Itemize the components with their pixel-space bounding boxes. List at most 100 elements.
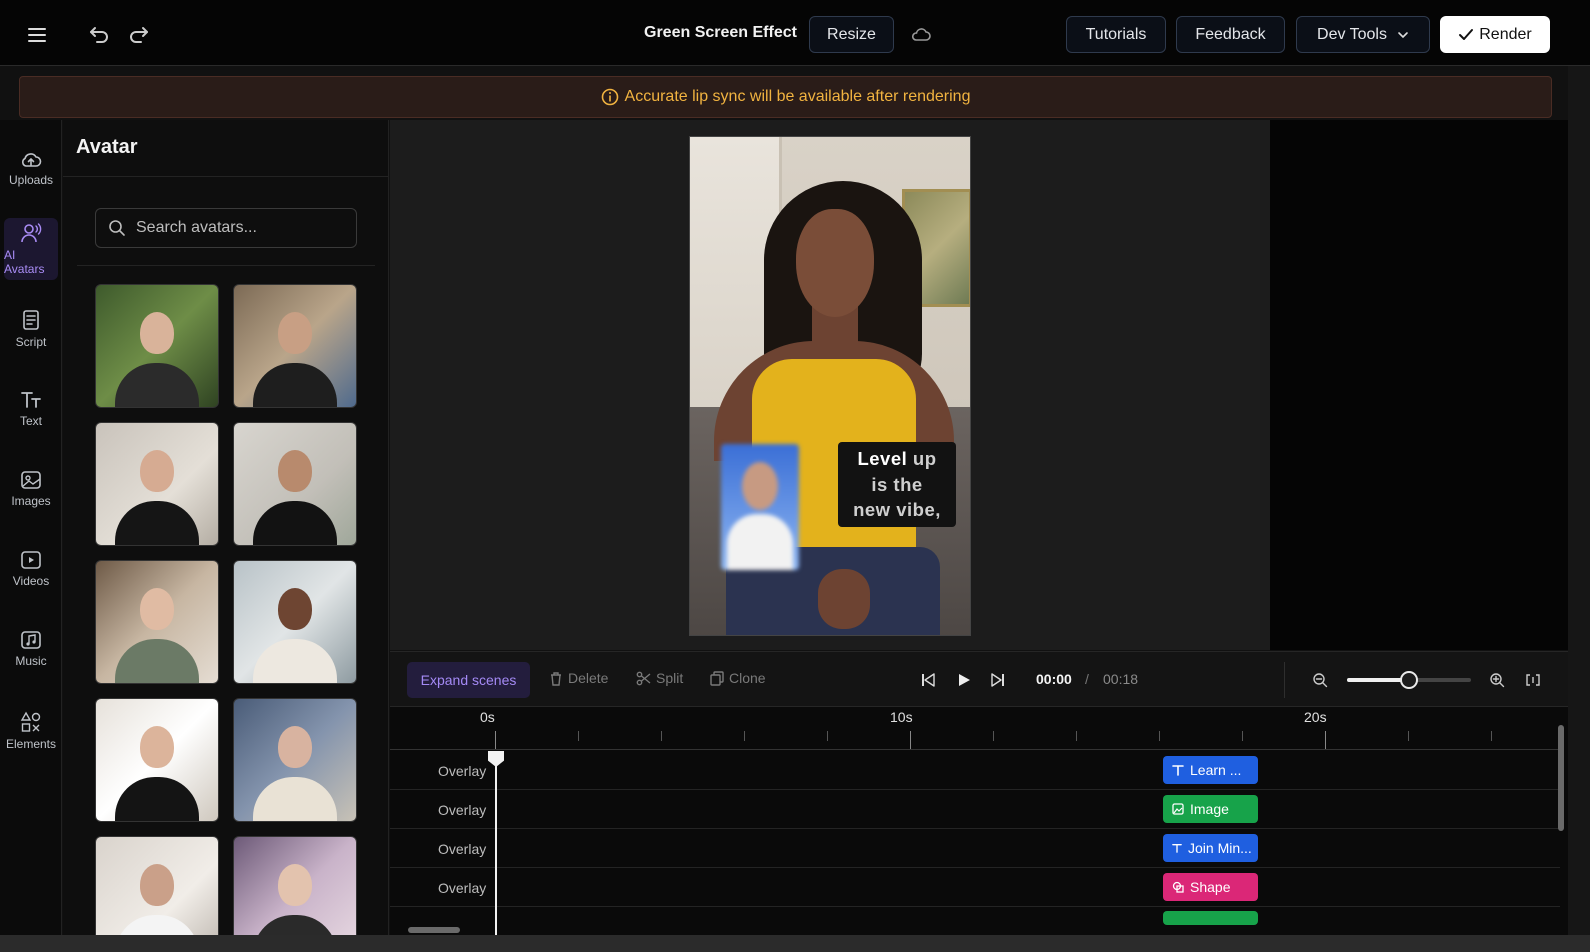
rail-label-videos: Videos (12, 574, 50, 588)
avatar-thumbnail[interactable] (233, 422, 357, 546)
videos-icon (20, 550, 42, 570)
time-separator: / (1085, 671, 1089, 687)
clip-label: Image (1190, 801, 1229, 817)
track-label: Overlay (438, 841, 487, 857)
fit-timeline-icon[interactable] (1523, 670, 1543, 690)
bottom-strip (0, 935, 1590, 952)
timeline-clip[interactable]: Shape (1163, 873, 1258, 901)
zoom-out-icon[interactable] (1310, 670, 1330, 690)
trash-icon (549, 671, 563, 686)
images-icon (20, 470, 42, 490)
zoom-in-icon[interactable] (1487, 670, 1507, 690)
rail-label-elements: Elements (5, 737, 57, 751)
skip-forward-icon[interactable] (988, 670, 1008, 690)
avatar-search[interactable] (95, 208, 357, 248)
caption-overlay[interactable]: Level up is the new vibe, (838, 442, 956, 527)
ruler-label: 20s (1304, 709, 1327, 725)
undo-icon[interactable] (86, 22, 112, 48)
caption-word: is (871, 473, 888, 495)
text-icon (1172, 843, 1182, 853)
elements-icon (20, 711, 42, 733)
avatar-thumbnail[interactable] (95, 422, 219, 546)
redo-icon[interactable] (126, 22, 152, 48)
render-label: Render (1479, 25, 1532, 43)
rail-item-music[interactable]: Music (4, 618, 58, 680)
panel-title: Avatar (76, 136, 138, 158)
caption-word: up (912, 448, 937, 469)
left-rail: Uploads AI Avatars Script Text Images Vi… (0, 120, 62, 935)
clip-label: Learn ... (1190, 762, 1242, 778)
timeline-clip[interactable]: Join Min... (1163, 834, 1258, 862)
playhead[interactable] (495, 753, 497, 935)
timeline-row: Overlay Image (390, 790, 1560, 829)
play-icon[interactable] (954, 670, 974, 690)
rail-item-elements[interactable]: Elements (4, 700, 58, 762)
caption-word: vibe, (896, 499, 941, 520)
avatar-thumbnail[interactable] (95, 836, 219, 935)
tutorials-button[interactable]: Tutorials (1066, 16, 1166, 53)
ruler-tick (1159, 731, 1160, 741)
timeline-horizontal-scrollbar[interactable] (390, 925, 1568, 935)
track-label: Overlay (438, 880, 487, 896)
timeline-row: Overlay Shape (390, 868, 1560, 907)
avatar-voice-icon (20, 222, 42, 244)
timeline-row: Overlay Join Min... (390, 829, 1560, 868)
avatar-thumbnail[interactable] (233, 836, 357, 935)
scissors-icon (636, 671, 651, 686)
copy-icon (710, 670, 724, 686)
ruler-tick (495, 731, 496, 749)
info-icon (601, 88, 619, 106)
ruler-tick (910, 731, 911, 749)
expand-scenes-button[interactable]: Expand scenes (407, 662, 530, 698)
ruler-tick (1242, 731, 1243, 741)
search-input[interactable] (136, 219, 336, 237)
timeline-clip[interactable] (1163, 911, 1258, 925)
check-icon (1458, 28, 1474, 42)
avatar-thumbnail[interactable] (233, 284, 357, 408)
rail-item-script[interactable]: Script (4, 298, 58, 360)
timeline-vertical-scrollbar[interactable] (1558, 725, 1564, 831)
ruler-tick (827, 731, 828, 741)
feedback-button[interactable]: Feedback (1176, 16, 1285, 53)
avatar-thumbnail[interactable] (95, 284, 219, 408)
delete-button[interactable]: Delete (549, 670, 608, 686)
dev-tools-dropdown[interactable]: Dev Tools (1296, 16, 1430, 53)
scrollbar-thumb[interactable] (408, 927, 460, 933)
current-time: 00:00 (1036, 671, 1072, 687)
top-bar: Green Screen Effect Resize Tutorials Fee… (0, 0, 1590, 66)
project-title[interactable]: Green Screen Effect (644, 24, 797, 42)
caption-word: the (893, 473, 923, 495)
skip-back-icon[interactable] (918, 670, 938, 690)
rail-item-ai-avatars[interactable]: AI Avatars (4, 218, 58, 280)
split-button[interactable]: Split (636, 670, 683, 686)
avatar-thumbnail[interactable] (95, 698, 219, 822)
rail-item-videos[interactable]: Videos (4, 538, 58, 600)
rail-item-images[interactable]: Images (4, 458, 58, 520)
image-overlay[interactable] (721, 444, 799, 570)
ruler-tick (661, 731, 662, 741)
timeline-clip[interactable]: Image (1163, 795, 1258, 823)
ruler-tick (578, 731, 579, 741)
video-canvas[interactable]: Level up is the new vibe, (689, 136, 971, 636)
rail-label-ai-avatars: AI Avatars (4, 248, 45, 276)
clip-label: Join Min... (1188, 840, 1252, 856)
menu-icon[interactable] (24, 22, 50, 48)
rail-item-text[interactable]: Text (4, 378, 58, 440)
avatar-thumbnail[interactable] (95, 560, 219, 684)
zoom-slider[interactable] (1347, 671, 1471, 689)
ruler-label: 0s (480, 709, 495, 725)
ruler-tick (1491, 731, 1492, 741)
resize-button[interactable]: Resize (809, 16, 894, 53)
zoom-slider-handle[interactable] (1400, 671, 1418, 689)
rail-label-music: Music (15, 654, 47, 668)
notice-text: Accurate lip sync will be available afte… (624, 88, 971, 105)
render-button[interactable]: Render (1440, 16, 1550, 53)
track-label: Overlay (438, 802, 487, 818)
timeline-clip[interactable]: Learn ... (1163, 756, 1258, 784)
clone-button[interactable]: Clone (710, 670, 766, 686)
caption-word: new (853, 499, 891, 520)
avatar-thumbnail[interactable] (233, 560, 357, 684)
text-icon (1172, 764, 1184, 776)
rail-item-uploads[interactable]: Uploads (4, 138, 58, 200)
avatar-thumbnail[interactable] (233, 698, 357, 822)
